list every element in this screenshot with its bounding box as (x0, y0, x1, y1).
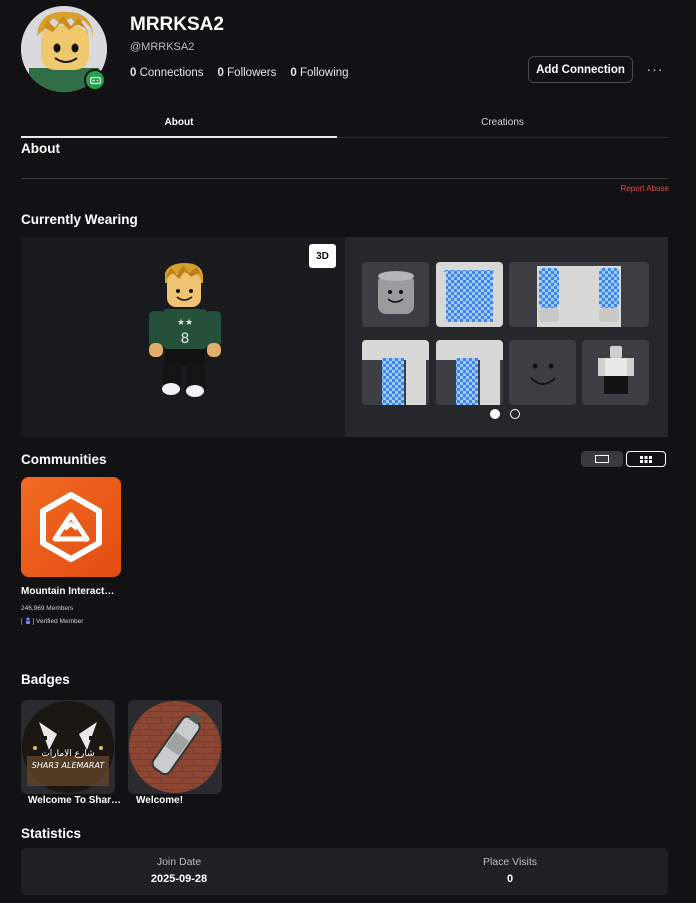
grid-view-icon (640, 455, 652, 463)
connections-link[interactable]: 0 Connections (130, 67, 204, 79)
place-visits-label: Place Visits (482, 856, 538, 868)
place-visits-value: 0 (506, 873, 514, 885)
join-date-label: Join Date (156, 856, 202, 868)
more-options-icon[interactable]: ··· (646, 60, 664, 78)
badge-image-spraycan (129, 701, 221, 793)
connections-count: 0 (130, 67, 137, 79)
join-date-value: 2025-09-28 (150, 873, 208, 885)
wearing-items-panel (345, 237, 668, 437)
avatar-figure: ★★ 8 (149, 263, 221, 397)
following-link[interactable]: 0 Following (290, 67, 348, 79)
item-pants-tile[interactable] (362, 340, 429, 405)
role-bracket-open: [ (21, 618, 23, 625)
tab-creations[interactable]: Creations (337, 108, 668, 138)
carousel-dot-1[interactable] (490, 409, 500, 419)
followers-label: Followers (227, 67, 277, 79)
svg-text:شارع الامارات: شارع الامارات (41, 749, 94, 759)
gamepad-icon (89, 76, 101, 84)
following-count: 0 (290, 67, 297, 79)
badge-card-2[interactable] (128, 700, 222, 794)
currently-wearing-title: Currently Wearing (21, 212, 138, 227)
svg-text:★★: ★★ (177, 318, 193, 328)
presence-badge (84, 69, 106, 91)
role-label: ] Verified Member (32, 618, 84, 625)
about-title: About (21, 141, 60, 156)
svg-text:8: 8 (181, 331, 190, 347)
item-head-tile[interactable] (362, 262, 429, 327)
following-label: Following (299, 67, 349, 79)
about-divider (21, 178, 668, 179)
add-connection-button[interactable]: Add Connection (528, 56, 633, 83)
item-legs-tile[interactable] (436, 340, 503, 405)
connections-label: Connections (139, 67, 204, 79)
carousel-dot-2[interactable] (510, 409, 520, 419)
community-members: 246,969 Members (21, 605, 74, 612)
badge-name-1[interactable]: Welcome To Shar… (28, 795, 121, 806)
avatar-viewer[interactable]: ★★ 8 (21, 237, 345, 437)
display-name: MRRKSA2 (130, 14, 224, 35)
badge-card-1[interactable]: شارع الامارات SHAR3 ALEMARAT (21, 700, 115, 794)
community-card[interactable] (21, 477, 121, 577)
statistics-title: Statistics (21, 826, 82, 841)
list-view-button[interactable] (581, 451, 623, 467)
tab-about[interactable]: About (21, 108, 337, 138)
toggle-3d-button[interactable]: 3D (309, 244, 336, 268)
username: @MRRKSA2 (130, 41, 195, 53)
communities-title: Communities (21, 452, 107, 467)
badge-image-flags: شارع الامارات SHAR3 ALEMARAT (22, 701, 114, 793)
community-name[interactable]: Mountain Interact… (21, 586, 131, 597)
report-abuse-link[interactable]: Report Abuse (560, 184, 669, 193)
community-role: [ ] Verified Member (21, 617, 83, 625)
badge-name-2[interactable]: Welcome! (136, 795, 183, 806)
grid-view-button[interactable] (626, 451, 666, 467)
followers-count: 0 (217, 67, 224, 79)
item-face-tile[interactable] (509, 340, 576, 405)
badges-title: Badges (21, 672, 70, 687)
item-arms-tile[interactable] (509, 262, 649, 327)
mountain-logo-icon (21, 477, 121, 577)
followers-link[interactable]: 0 Followers (218, 67, 277, 79)
badge-logo-text: SHAR3 ALEMARAT (32, 761, 106, 770)
item-shirt-tile[interactable] (436, 262, 503, 327)
item-bundle-tile[interactable] (582, 340, 649, 405)
person-icon (25, 617, 30, 624)
list-view-icon (595, 455, 609, 463)
social-stats: 0 Connections 0 Followers 0 Following (130, 67, 349, 79)
